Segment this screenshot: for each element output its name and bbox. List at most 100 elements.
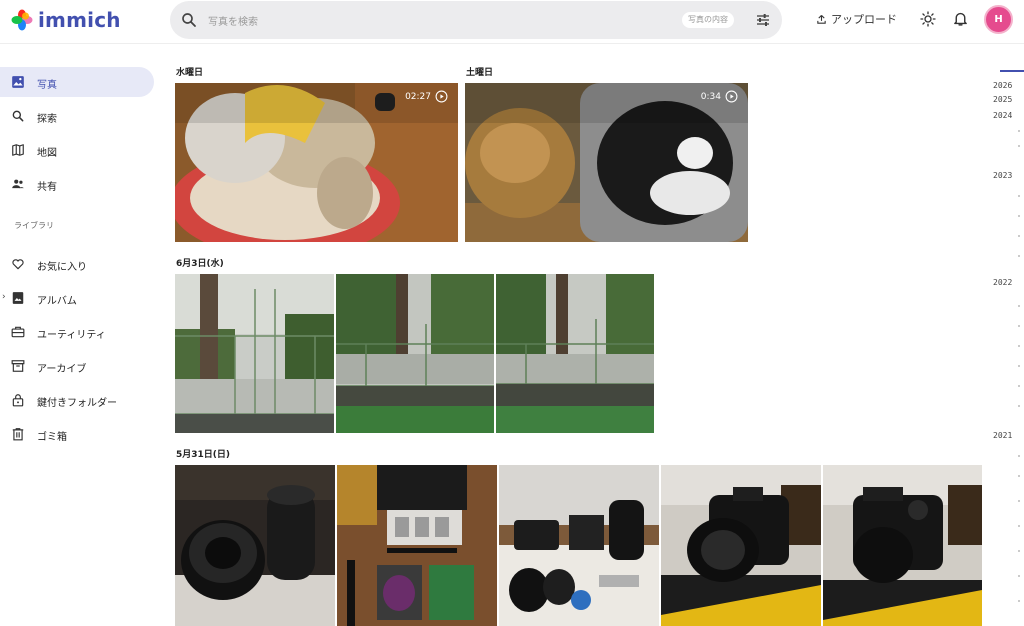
play-icon xyxy=(435,90,448,103)
timeline-dot xyxy=(1018,575,1020,577)
timeline-dot xyxy=(1018,145,1020,147)
theme-toggle-icon[interactable] xyxy=(920,11,936,27)
video-duration: 0:34 xyxy=(701,90,738,103)
timeline-year[interactable]: 2021 xyxy=(993,431,1012,440)
timeline-dot xyxy=(1018,455,1020,457)
sidebar-item-photos[interactable]: 写真 xyxy=(0,67,154,97)
timeline-dot xyxy=(1018,550,1020,552)
timeline-year[interactable]: 2024 xyxy=(993,111,1012,120)
app-logo[interactable]: immich xyxy=(11,8,121,32)
timeline-year[interactable]: 2023 xyxy=(993,171,1012,180)
chevron-right-icon[interactable]: › xyxy=(2,292,6,302)
upload-icon xyxy=(817,14,826,24)
search-icon xyxy=(182,13,196,27)
sidebar-item-explore[interactable]: 探索 xyxy=(0,101,154,131)
timeline-year[interactable]: 2026 xyxy=(993,81,1012,90)
user-avatar[interactable]: H xyxy=(984,5,1013,34)
upload-button[interactable]: アップロード xyxy=(816,11,897,27)
camera-kit-photo-image xyxy=(499,465,659,626)
timeline-dot xyxy=(1018,600,1020,602)
photo-thumbnail[interactable] xyxy=(661,465,821,626)
timeline-dot xyxy=(1018,500,1020,502)
date-group-header: 6月3日(水) xyxy=(176,259,224,269)
field-photo-image xyxy=(496,274,654,433)
timeline-year[interactable]: 2022 xyxy=(993,278,1012,287)
search-options-icon[interactable] xyxy=(755,12,771,28)
timeline-dot xyxy=(1018,365,1020,367)
timeline-dot xyxy=(1018,345,1020,347)
timeline-dot xyxy=(1018,405,1020,407)
duration-text: 02:27 xyxy=(405,91,431,102)
photo-thumbnail[interactable] xyxy=(496,274,654,433)
sidebar-item-label: お気に入り xyxy=(37,262,87,273)
sidebar-item-locked-folder[interactable]: 鍵付きフォルダー xyxy=(0,385,154,415)
sidebar-item-label: 写真 xyxy=(37,80,57,91)
library-heading: ライブラリ xyxy=(14,221,54,230)
timeline-dot xyxy=(1018,215,1020,217)
play-icon xyxy=(725,90,738,103)
archive-icon xyxy=(11,360,25,372)
album-icon xyxy=(12,292,24,304)
photo-thumbnail[interactable] xyxy=(336,274,494,433)
notifications-icon[interactable] xyxy=(952,10,969,27)
sidebar-item-label: アーカイブ xyxy=(37,364,87,375)
timeline-dot xyxy=(1018,475,1020,477)
timeline-dot xyxy=(1018,385,1020,387)
duration-text: 0:34 xyxy=(700,91,721,102)
video-thumbnail[interactable]: 0:34 xyxy=(465,83,748,242)
timeline-dot xyxy=(1018,255,1020,257)
logo-icon xyxy=(11,9,33,31)
sidebar-item-favorites[interactable]: お気に入り xyxy=(0,249,154,279)
video-thumbnail[interactable]: 02:27 xyxy=(175,83,458,242)
sidebar-item-map[interactable]: 地図 xyxy=(0,135,154,165)
search-icon xyxy=(12,110,24,122)
sidebar-item-utilities[interactable]: ユーティリティ xyxy=(0,317,154,347)
lenses-photo-image xyxy=(175,465,335,626)
date-group-header: 水曜日 xyxy=(176,68,204,78)
top-bar: immich 写真を検索 写真の内容 アップロード H xyxy=(0,0,1024,44)
field-photo-image xyxy=(336,274,494,433)
search-context-chip[interactable]: 写真の内容 xyxy=(682,12,734,28)
lock-icon xyxy=(12,394,24,407)
sharing-icon xyxy=(12,179,24,189)
photo-thumbnail[interactable] xyxy=(823,465,982,626)
timeline-dot xyxy=(1018,195,1020,197)
sidebar-item-label: 鍵付きフォルダー xyxy=(37,398,117,409)
search-input[interactable]: 写真を検索 xyxy=(208,13,258,28)
sidebar: 写真 探索 地図 共有 ライブラリ お気に入り › アルバム ユーティリティ ア… xyxy=(0,45,160,626)
timeline-position-indicator xyxy=(1000,70,1024,72)
sidebar-item-trash[interactable]: ゴミ箱 xyxy=(0,419,154,449)
sidebar-item-label: ゴミ箱 xyxy=(37,432,67,443)
photo-thumbnail[interactable] xyxy=(337,465,497,626)
sidebar-item-label: 地図 xyxy=(37,148,57,159)
date-group-header: 5月31日(日) xyxy=(176,450,231,460)
filters-photo-image xyxy=(337,465,497,626)
photo-thumbnail[interactable] xyxy=(175,465,335,626)
photo-thumbnail[interactable] xyxy=(175,274,334,433)
sidebar-item-archive[interactable]: アーカイブ xyxy=(0,351,154,381)
timeline-dot xyxy=(1018,525,1020,527)
timeline-scrubber[interactable]: 2026 2025 2024 2023 2022 2021 xyxy=(986,45,1024,626)
cats-video-image xyxy=(465,83,748,242)
date-group-header: 土曜日 xyxy=(466,68,494,78)
upload-label: アップロード xyxy=(831,13,897,26)
sidebar-item-sharing[interactable]: 共有 xyxy=(0,169,154,199)
nikon-camera-photo-image xyxy=(661,465,821,626)
toolbox-icon xyxy=(11,326,25,338)
dog-video-image xyxy=(175,83,458,242)
sidebar-item-label: アルバム xyxy=(37,296,77,307)
sidebar-item-albums[interactable]: › アルバム xyxy=(0,283,154,313)
photo-thumbnail[interactable] xyxy=(499,465,659,626)
app-name: immich xyxy=(38,8,121,32)
nikon-camera-photo-image xyxy=(823,465,982,626)
timeline-year[interactable]: 2025 xyxy=(993,95,1012,104)
video-duration: 02:27 xyxy=(405,90,448,103)
search-bar[interactable]: 写真を検索 写真の内容 xyxy=(170,1,782,39)
timeline-dot xyxy=(1018,130,1020,132)
sidebar-item-label: 共有 xyxy=(37,182,57,193)
trash-icon xyxy=(12,428,24,441)
heart-icon xyxy=(12,259,24,270)
timeline-dot xyxy=(1018,325,1020,327)
field-photo-image xyxy=(175,274,334,433)
timeline-dot xyxy=(1018,235,1020,237)
